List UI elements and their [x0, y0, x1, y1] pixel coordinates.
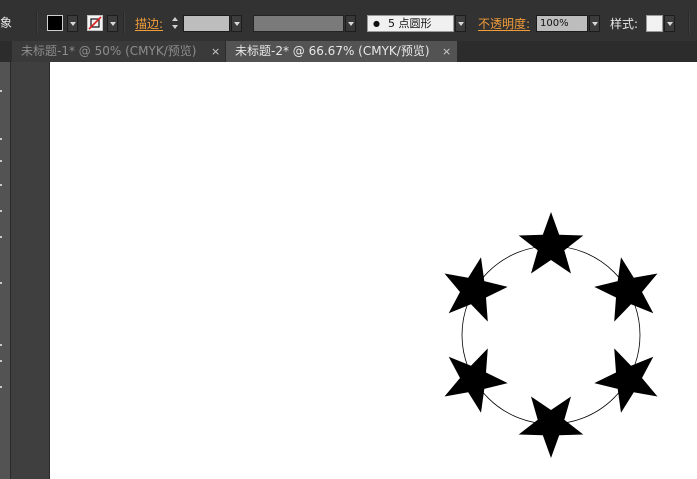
style-label: 样式:	[610, 17, 639, 31]
stepper-down-icon[interactable]	[172, 25, 178, 29]
artboard[interactable]	[50, 62, 697, 479]
tool-button[interactable]	[0, 184, 2, 186]
graphic-style-dropdown[interactable]	[664, 15, 675, 32]
none-stroke-icon	[88, 16, 102, 30]
round-brush-icon: ●	[373, 19, 380, 28]
star-icon[interactable]	[594, 348, 658, 413]
stroke-dropdown-button[interactable]	[107, 15, 118, 32]
tool-button[interactable]	[0, 282, 2, 284]
star-icon[interactable]	[444, 257, 508, 322]
tool-button[interactable]	[0, 386, 2, 388]
pasteboard	[11, 62, 50, 479]
separator	[688, 12, 690, 34]
tool-button[interactable]	[0, 360, 2, 362]
tab-untitled-1[interactable]: 未标题-1* @ 50% (CMYK/预览) ×	[12, 41, 225, 62]
tool-button[interactable]	[0, 344, 2, 346]
star-icon[interactable]	[518, 396, 584, 459]
opacity-input[interactable]: 100%	[536, 15, 588, 32]
tab-untitled-2[interactable]: 未标题-2* @ 66.67% (CMYK/预览) ×	[226, 41, 457, 62]
variable-width-profile-dropdown[interactable]	[345, 15, 356, 32]
stroke-weight-stepper[interactable]	[170, 14, 181, 33]
stroke-label[interactable]: 描边:	[135, 17, 163, 31]
stroke-weight-input[interactable]	[183, 15, 230, 32]
tool-button[interactable]	[0, 210, 2, 212]
document-tab-bar: 未标题-1* @ 50% (CMYK/预览) × 未标题-2* @ 66.67%…	[0, 41, 697, 62]
separator	[36, 12, 38, 34]
tool-button[interactable]	[0, 160, 2, 162]
brush-definition-field[interactable]: ● 5 点圆形	[367, 15, 454, 32]
tool-button[interactable]	[0, 138, 2, 140]
brush-definition-dropdown[interactable]	[455, 15, 466, 32]
stroke-weight-dropdown[interactable]	[231, 15, 242, 32]
tool-button[interactable]	[0, 236, 2, 238]
star-icon[interactable]	[594, 257, 658, 322]
artwork-canvas[interactable]	[50, 62, 697, 479]
object-label: 象	[0, 16, 13, 30]
fill-color-swatch[interactable]	[47, 15, 63, 31]
stroke-color-swatch[interactable]	[87, 15, 103, 31]
tab-label: 未标题-2* @ 66.67% (CMYK/预览)	[235, 44, 430, 58]
opacity-label[interactable]: 不透明度:	[478, 17, 530, 31]
circle-path[interactable]	[461, 245, 641, 425]
opacity-dropdown[interactable]	[589, 15, 600, 32]
variable-width-profile-field[interactable]	[253, 15, 344, 32]
fill-dropdown-button[interactable]	[67, 15, 78, 32]
graphic-style-swatch[interactable]	[646, 15, 663, 32]
separator	[123, 12, 125, 34]
brush-value: 5 点圆形	[388, 17, 432, 30]
tab-label: 未标题-1* @ 50% (CMYK/预览)	[21, 44, 197, 58]
tool-button[interactable]	[0, 90, 2, 92]
star-icon[interactable]	[444, 348, 508, 413]
star-icon[interactable]	[518, 212, 584, 274]
stepper-up-icon[interactable]	[172, 17, 178, 21]
tools-panel	[0, 62, 11, 479]
close-icon[interactable]: ×	[211, 41, 220, 62]
close-icon[interactable]: ×	[442, 41, 451, 62]
